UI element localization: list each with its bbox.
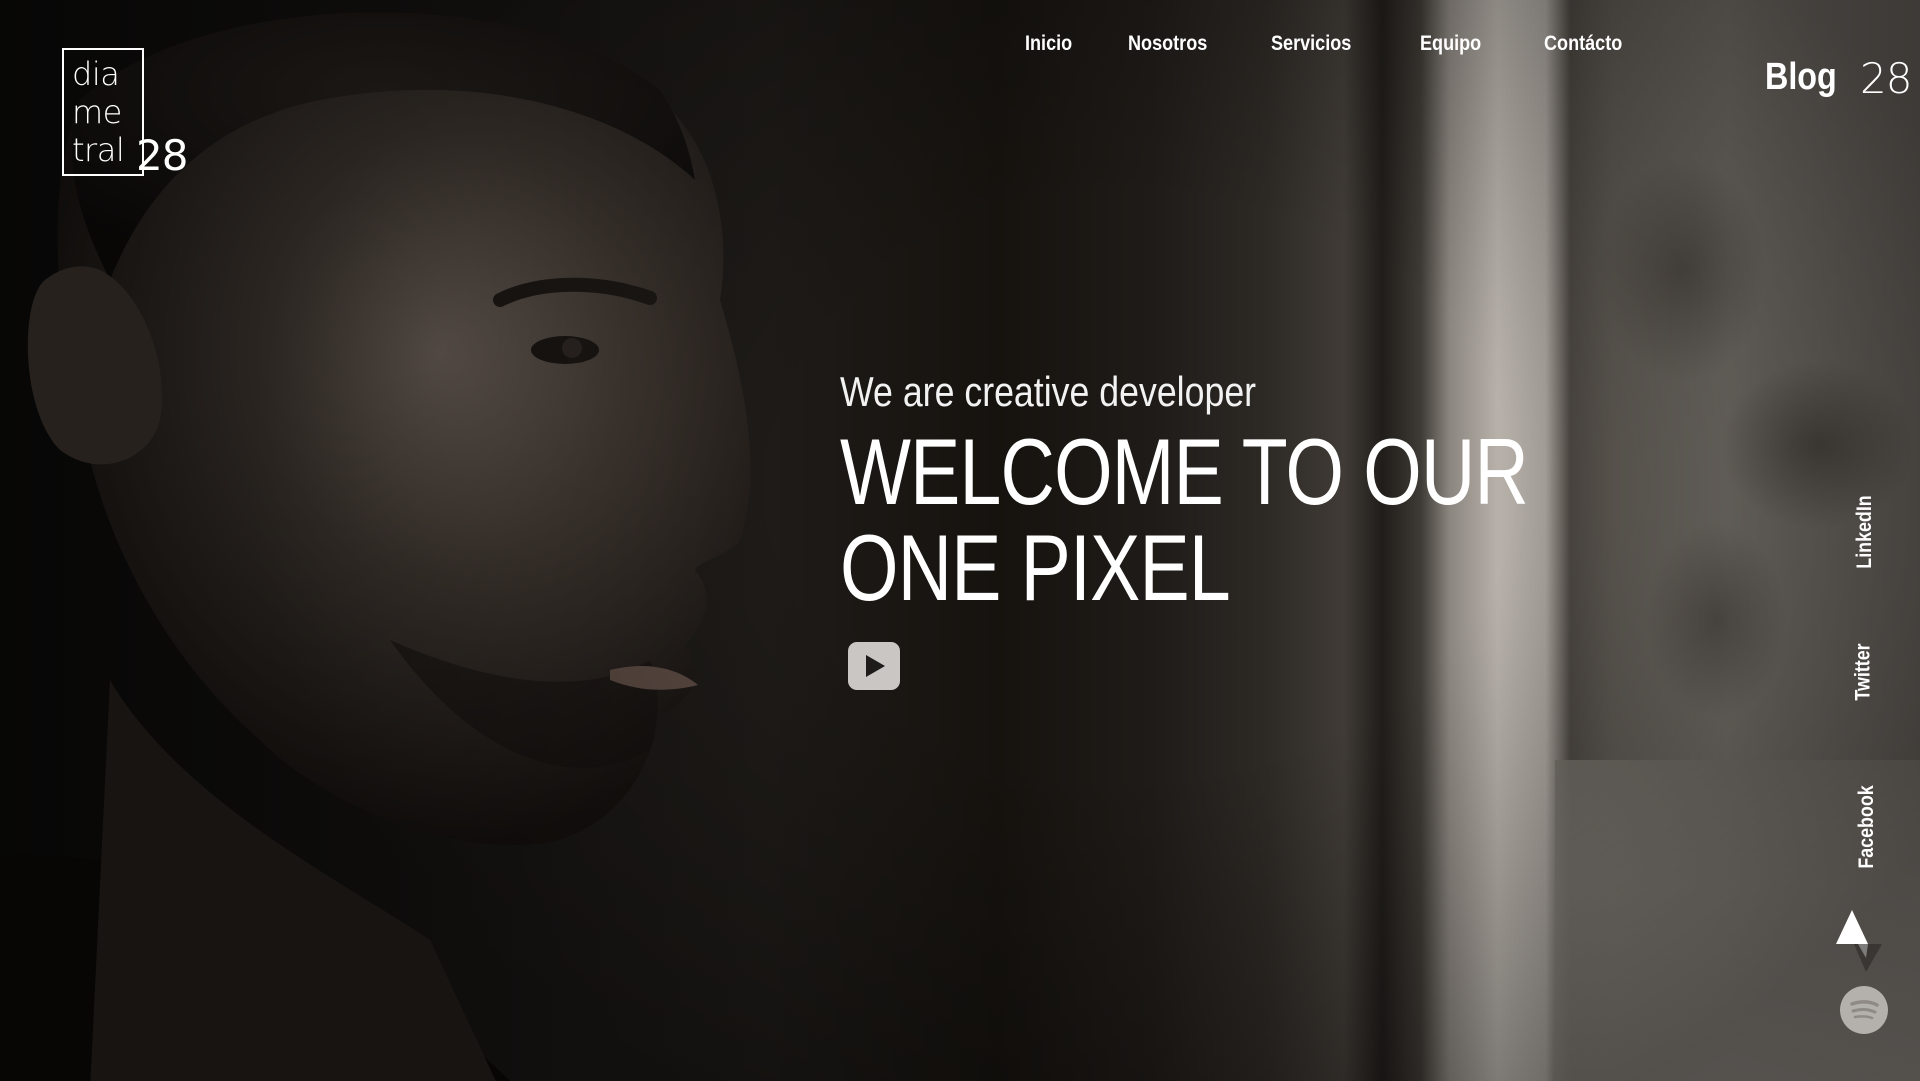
social-link-twitter[interactable]: Twitter xyxy=(1852,643,1876,700)
blog28-link[interactable]: Blog 28 xyxy=(1765,54,1912,103)
hero-title-line2: ONE PIXEL xyxy=(840,515,1231,620)
logo-number: 28 xyxy=(136,131,188,180)
main-nav: Inicio Nosotros Servicios Equipo Contáct… xyxy=(1000,26,1660,62)
social-link-linkedin[interactable]: LinkedIn xyxy=(1853,495,1877,568)
spotify-waves xyxy=(1850,1000,1879,1020)
blog-number: 28 xyxy=(1860,54,1912,103)
spotify-icon[interactable] xyxy=(1840,986,1888,1034)
nav-item-nosotros[interactable]: Nosotros xyxy=(1128,26,1207,62)
play-icon xyxy=(866,655,885,677)
landing-page: dia me tral 28 Inicio Nosotros Servicios… xyxy=(0,0,1920,1081)
triangle-arrow-logo-icon[interactable] xyxy=(1836,910,1882,972)
diametral28-logo[interactable]: dia me tral 28 xyxy=(62,48,197,183)
hero-title-line1: WELCOME TO OUR xyxy=(840,419,1529,524)
nav-item-inicio[interactable]: Inicio xyxy=(1025,26,1072,62)
hero-section: We are creative developer WELCOME TO OUR… xyxy=(840,366,1540,616)
logo-text-line1: dia xyxy=(72,55,120,93)
hero-subtitle: We are creative developer xyxy=(840,368,1257,415)
play-video-button[interactable] xyxy=(848,642,900,690)
logo-text-line2: me xyxy=(72,93,122,131)
social-link-facebook[interactable]: Facebook xyxy=(1855,785,1879,868)
logo-text-line3: tral xyxy=(72,131,125,169)
nav-item-contacto[interactable]: Contácto xyxy=(1544,26,1622,62)
nav-item-equipo[interactable]: Equipo xyxy=(1420,26,1481,62)
blog-word: Blog xyxy=(1765,56,1837,98)
nav-item-servicios[interactable]: Servicios xyxy=(1271,26,1351,62)
